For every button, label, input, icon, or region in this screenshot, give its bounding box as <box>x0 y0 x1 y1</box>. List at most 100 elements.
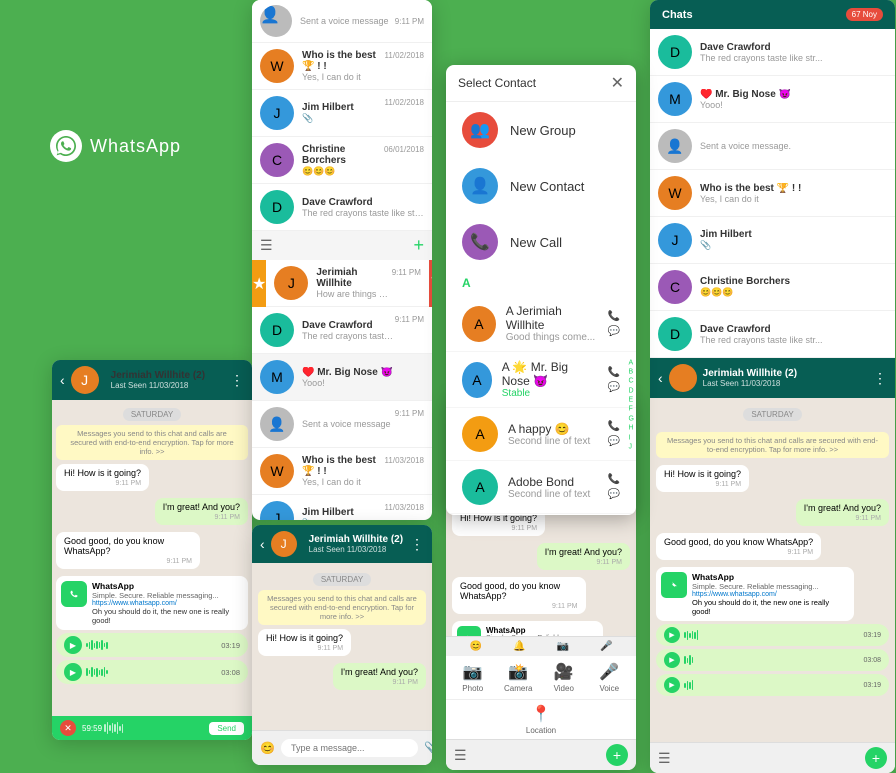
wa-card-linktext-1: Oh you should do it, the new one is real… <box>92 607 243 625</box>
enc-notice-2: Messages you send to this chat and calls… <box>258 590 426 625</box>
new-contact-item[interactable]: 👤 New Contact <box>446 158 636 214</box>
r-audio-2: ▶ 03:08 <box>656 649 889 671</box>
r-play-1[interactable]: ▶ <box>664 627 680 643</box>
whatsapp-icon <box>50 130 82 162</box>
mic2-icon-3[interactable]: 🎤 <box>600 641 612 652</box>
wa-card3-title: WhatsApp <box>486 626 598 635</box>
contact-happy[interactable]: A A happy 😊 Second line of text 📞 💬 <box>446 408 636 461</box>
contact-name-1: Jerimiah Willhite (2) <box>111 370 224 381</box>
overlay-header: Select Contact ✕ <box>446 65 636 102</box>
close-overlay-btn[interactable]: ✕ <box>611 73 624 93</box>
contact-avatar-1: J <box>71 366 99 394</box>
chat-item-4[interactable]: D Dave Crawford The red crayons taste li… <box>252 184 432 231</box>
new-call-item[interactable]: 📞 New Call <box>446 214 636 270</box>
r-chat-info-jim: Jim Hilbert 📎 <box>700 229 887 251</box>
camera-icon-3[interactable]: 📷 <box>557 641 569 652</box>
msg-outgoing-1: I'm great! And you? 9:11 PM <box>155 498 248 525</box>
add-chat-btn[interactable]: + <box>413 235 424 256</box>
delete-action-btn[interactable]: 🗑 <box>429 260 432 307</box>
compose-3: ☰ + <box>446 739 636 770</box>
chat-input-2[interactable] <box>281 739 418 757</box>
avatar-3: C <box>260 143 294 177</box>
action-camera[interactable]: 📸 Camera <box>498 662 540 693</box>
section-a: A <box>446 270 636 296</box>
enc-notice-1: Messages you send to this chat and calls… <box>56 425 248 460</box>
r-menu-dots[interactable]: ⋮ <box>873 370 887 387</box>
avatar-jim2: J <box>260 501 294 520</box>
r-chat-info-chris: Christine Borchers 😊😊😊 <box>700 276 887 298</box>
bell-icon-3[interactable]: 🔔 <box>513 641 525 652</box>
r-big-prev: Yooo! <box>700 100 887 110</box>
contact-mr-big[interactable]: A A 🌟 Mr. Big Nose 😈 Stable 📞 💬 <box>446 352 636 408</box>
new-group-icon: 👥 <box>462 112 498 148</box>
chat-item-voice[interactable]: 👤 Sent a voice message 9:11 PM <box>252 0 432 43</box>
voice-send-btn-1[interactable]: Send <box>209 722 244 735</box>
chat-item-1[interactable]: W Who is the best 🏆 ! ! Yes, I can do it… <box>252 43 432 90</box>
action-video[interactable]: 🎥 Video <box>543 662 585 693</box>
star-action-btn[interactable]: ★ <box>252 260 266 307</box>
new-group-item[interactable]: 👥 New Group <box>446 102 636 158</box>
who-preview: Yes, I can do it <box>302 477 385 487</box>
emoji-icon-2[interactable]: 😊 <box>260 741 275 755</box>
r-play-3[interactable]: ▶ <box>664 677 680 693</box>
r-voice-prev: Sent a voice message. <box>700 141 887 151</box>
r-chat-big[interactable]: M ♥️ Mr. Big Nose 😈 Yooo! <box>650 76 895 123</box>
contact-alex[interactable]: A Alex Ng Second line of text 📞 💬 <box>446 514 636 515</box>
attach-icon-2[interactable]: 📎 <box>424 741 432 755</box>
r-chat-dave2[interactable]: D Dave Crawford The red crayons taste li… <box>650 311 895 358</box>
chat-mr-big[interactable]: M ♥️ Mr. Big Nose 😈 Yooo! <box>252 354 432 401</box>
emoji-icon-3[interactable]: 😊 <box>470 641 482 652</box>
chat-who[interactable]: W Who is the best 🏆 ! ! Yes, I can do it… <box>252 448 432 495</box>
chat-jim2[interactable]: J Jim Hilbert 📎 11/03/2018 <box>252 495 432 520</box>
chat-item-jeremiah[interactable]: J Jerimiah Willhite How are things going… <box>266 260 429 307</box>
hamburger-icon[interactable]: ☰ <box>260 237 273 254</box>
r-msg-in2: Good good, do you know WhatsApp? 9:11 PM <box>656 533 821 560</box>
r-avatar-dave2: D <box>658 317 692 351</box>
r-compose-plus[interactable]: + <box>865 747 887 769</box>
swipe-item: ★ J Jerimiah Willhite How are things goi… <box>252 260 432 307</box>
v2-time: 9:11 PM <box>395 409 424 418</box>
menu-dots-2[interactable]: ⋮ <box>410 536 424 553</box>
r-avatar-who: W <box>658 176 692 210</box>
chat-dave[interactable]: D Dave Crawford The red crayons taste li… <box>252 307 432 354</box>
r-chris-prev: 😊😊😊 <box>700 287 887 298</box>
r-chat-chris[interactable]: C Christine Borchers 😊😊😊 <box>650 264 895 311</box>
r-chat-dave[interactable]: D Dave Crawford The red crayons taste li… <box>650 29 895 76</box>
action-photo[interactable]: 📷 Photo <box>452 662 494 693</box>
r-chat-who[interactable]: W Who is the best 🏆 ! ! Yes, I can do it <box>650 170 895 217</box>
r-wa-text: Oh you should do it, the new one is real… <box>692 598 849 616</box>
r-chat-voice[interactable]: 👤 Sent a voice message. <box>650 123 895 170</box>
r-back-btn[interactable]: ‹ <box>658 370 663 386</box>
phone-conv-2: ‹ J Jerimiah Willhite (2) Last Seen 11/0… <box>252 525 432 765</box>
wa-card-1: WhatsApp Simple. Secure. Reliable messag… <box>56 576 248 630</box>
camera-label: Camera <box>504 684 532 693</box>
chat-info-2: Jim Hilbert 📎 <box>302 102 385 124</box>
compose-plus-3[interactable]: + <box>606 744 628 766</box>
action-grid-3: 📷 Photo 📸 Camera 🎥 Video 🎤 Voice <box>446 656 636 699</box>
action-location[interactable]: 📍 Location <box>452 704 630 735</box>
chat-item-2[interactable]: J Jim Hilbert 📎 11/02/2018 <box>252 90 432 137</box>
r-wa-title: WhatsApp <box>692 572 849 582</box>
back-button-1[interactable]: ‹ <box>60 372 65 388</box>
chat-item-3[interactable]: C Christine Borchers 😊😊😊 06/01/2018 <box>252 137 432 184</box>
voice-cancel-1[interactable]: ✕ <box>60 720 76 736</box>
r-play-2[interactable]: ▶ <box>664 652 680 668</box>
jeremiah-time: 9:11 PM <box>392 268 421 277</box>
chat-info-1: Who is the best 🏆 ! ! Yes, I can do it <box>302 50 385 82</box>
who-name: Who is the best 🏆 ! ! <box>302 455 385 477</box>
r-conv-status: Last Seen 11/03/2018 <box>703 379 867 388</box>
menu-dots-1[interactable]: ⋮ <box>230 372 244 389</box>
back-btn-2[interactable]: ‹ <box>260 536 265 552</box>
wa-card-3: WhatsApp Simple. Secure. Reliable messag… <box>452 621 603 636</box>
dave-time: 9:11 PM <box>395 315 424 324</box>
chat-voice2[interactable]: 👤 Sent a voice message 9:11 PM <box>252 401 432 448</box>
msg3-in2: Good good, do you know WhatsApp? 9:11 PM <box>452 577 586 614</box>
contact-adobe[interactable]: A Adobe Bond Second line of text 📞 💬 <box>446 461 636 514</box>
overlay-title: Select Contact <box>458 76 536 90</box>
avatar-a-h: A <box>462 416 498 452</box>
r-chat-jim[interactable]: J Jim Hilbert 📎 <box>650 217 895 264</box>
voice-wave: 59:59 <box>82 722 203 734</box>
r-avatar-dave: D <box>658 35 692 69</box>
contact-jeremiah[interactable]: A A Jerimiah Willhite Good things come..… <box>446 296 636 352</box>
action-voice[interactable]: 🎤 Voice <box>589 662 631 693</box>
